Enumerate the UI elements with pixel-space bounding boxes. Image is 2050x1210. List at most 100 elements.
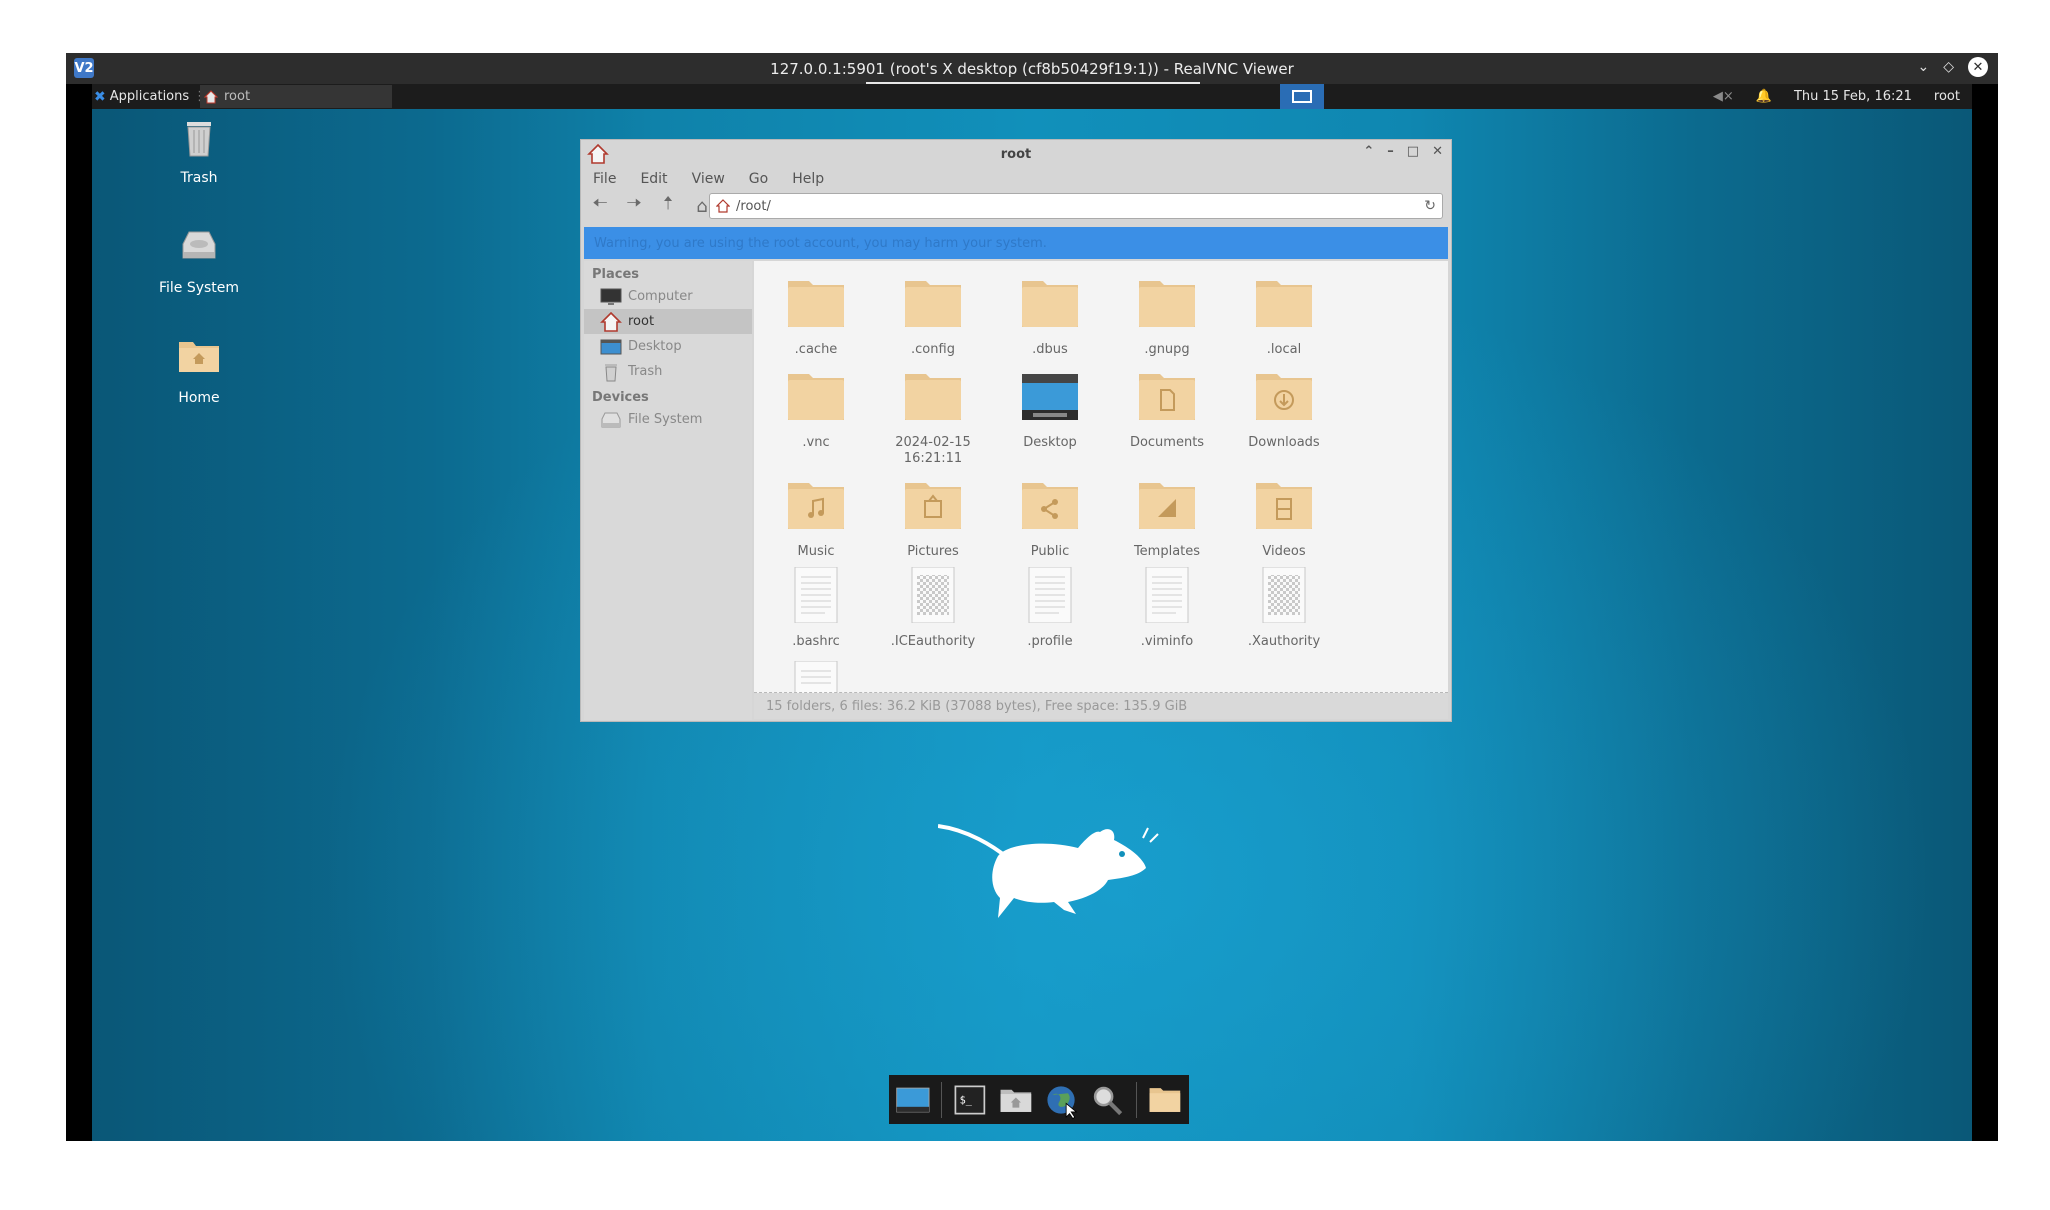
sidebar-item-computer[interactable]: Computer <box>584 284 752 309</box>
file-item-downloads[interactable]: Downloads <box>1229 368 1339 451</box>
menu-view[interactable]: View <box>692 171 725 187</box>
menu-edit[interactable]: Edit <box>640 171 667 187</box>
file-label: 2024-02-15 16:21:11 <box>895 435 971 466</box>
desktop-folder-icon <box>1022 374 1078 420</box>
file-item-partial[interactable] <box>761 660 871 693</box>
location-bar[interactable]: /root/ ↻ <box>709 193 1443 219</box>
terminal-icon[interactable]: $_ <box>952 1080 988 1120</box>
diamond-icon[interactable]: ◇ <box>1943 59 1954 75</box>
file-label: .cache <box>794 342 838 357</box>
menu-file[interactable]: File <box>593 171 616 187</box>
file-item-cache[interactable]: .cache <box>761 275 871 358</box>
text-file-icon <box>1028 566 1072 624</box>
file-label: Music <box>797 544 835 559</box>
menu-go[interactable]: Go <box>749 171 768 187</box>
fm-menubar: File Edit View Go Help <box>581 168 1451 190</box>
sidebar-section-places: Places <box>592 267 640 282</box>
file-item-vnc[interactable]: .vnc <box>761 368 871 451</box>
reload-icon[interactable]: ↻ <box>1424 198 1436 214</box>
sidebar-item-trash[interactable]: Trash <box>584 359 752 384</box>
file-label: Pictures <box>907 544 959 559</box>
volume-muted-icon[interactable]: ◀× <box>1713 89 1734 104</box>
file-item-xauthority[interactable]: .Xauthority <box>1229 566 1339 650</box>
fm-sidebar: Places Computer root Desktop Trash Devic… <box>584 261 752 720</box>
text-file-icon <box>794 660 838 693</box>
file-item-templates[interactable]: Templates <box>1112 477 1222 560</box>
file-item-documents[interactable]: Documents <box>1112 368 1222 451</box>
web-browser-icon[interactable] <box>1044 1080 1080 1120</box>
music-folder-icon <box>788 483 844 529</box>
desktop-icon-home[interactable]: Home <box>144 332 254 406</box>
taskbar-item-root[interactable]: root <box>200 85 392 108</box>
file-item-dbus[interactable]: .dbus <box>995 275 1105 358</box>
vnc-window-controls: ⌄ ◇ ✕ <box>1917 57 1988 77</box>
desktop-icon-trash[interactable]: Trash <box>144 112 254 186</box>
vnc-window-title: 127.0.0.1:5901 (root's X desktop (cf8b50… <box>770 59 1294 78</box>
file-item-profile[interactable]: .profile <box>995 566 1105 650</box>
folder-icon[interactable] <box>1147 1080 1183 1120</box>
home-folder-icon[interactable] <box>998 1080 1034 1120</box>
minimize-icon[interactable]: – <box>1387 144 1394 159</box>
file-item-dated-folder[interactable]: 2024-02-15 16:21:11 <box>878 368 988 467</box>
file-label: .Xauthority <box>1247 634 1321 649</box>
file-item-pictures[interactable]: Pictures <box>878 477 988 560</box>
file-label: Public <box>1030 544 1070 559</box>
search-icon[interactable] <box>1090 1080 1126 1120</box>
sidebar-item-label: Trash <box>628 364 663 379</box>
clock[interactable]: Thu 15 Feb, 16:21 <box>1794 89 1912 104</box>
up-arrow-icon[interactable]: 🠡 <box>659 191 677 221</box>
file-item-viminfo[interactable]: .viminfo <box>1112 566 1222 650</box>
sidebar-item-label: Computer <box>628 289 693 304</box>
file-item-gnupg[interactable]: .gnupg <box>1112 275 1222 358</box>
user-label[interactable]: root <box>1934 89 1960 104</box>
file-label: .config <box>911 342 955 357</box>
home-icon <box>600 311 622 332</box>
downloads-folder-icon <box>1256 374 1312 420</box>
desktop-icon-label: Trash <box>180 170 218 186</box>
applications-menu[interactable]: ✖ Applications ⋮ <box>92 84 206 109</box>
file-item-iceauthority[interactable]: .ICEauthority <box>878 566 988 650</box>
back-arrow-icon[interactable]: 🠠 <box>591 191 609 221</box>
trash-icon <box>605 363 617 381</box>
location-path: /root/ <box>736 198 771 214</box>
folder-icon <box>1022 281 1078 327</box>
system-tray: ◀× 🔔 Thu 15 Feb, 16:21 root <box>1713 84 1960 109</box>
bottom-dock: $_ <box>889 1075 1189 1124</box>
file-label: .ICEauthority <box>890 634 976 649</box>
vnc-titlebar[interactable]: V2 127.0.0.1:5901 (root's X desktop (cf8… <box>66 53 1998 84</box>
sidebar-item-desktop[interactable]: Desktop <box>584 334 752 359</box>
home-folder-icon <box>179 342 219 372</box>
file-item-bashrc[interactable]: .bashrc <box>761 566 871 650</box>
desktop-icon <box>600 339 622 354</box>
file-label: Templates <box>1133 544 1201 559</box>
file-label: Videos <box>1262 544 1306 559</box>
fm-window-title: root <box>1000 146 1032 162</box>
sidebar-item-file-system[interactable]: File System <box>584 407 752 432</box>
file-item-desktop[interactable]: Desktop <box>995 368 1105 451</box>
file-item-public[interactable]: Public <box>995 477 1105 560</box>
folder-icon <box>905 374 961 420</box>
show-desktop-icon[interactable] <box>895 1080 931 1120</box>
file-item-music[interactable]: Music <box>761 477 871 560</box>
forward-arrow-icon[interactable]: 🠢 <box>625 191 643 221</box>
file-item-videos[interactable]: Videos <box>1229 477 1339 560</box>
chevron-down-icon[interactable]: ⌄ <box>1917 59 1929 75</box>
sidebar-item-root[interactable]: root <box>584 309 752 334</box>
menu-help[interactable]: Help <box>792 171 824 187</box>
file-manager-window: root ⌃ – □ ✕ File Edit View Go Help 🠠 🠢 … <box>580 139 1452 722</box>
folder-icon <box>1256 281 1312 327</box>
file-item-local[interactable]: .local <box>1229 275 1339 358</box>
home-icon <box>204 89 218 103</box>
file-label: .vnc <box>802 435 830 450</box>
maximize-icon[interactable]: □ <box>1407 144 1419 159</box>
shade-icon[interactable]: ⌃ <box>1363 144 1374 159</box>
taskbar-item-label: root <box>224 89 251 104</box>
workspace-switcher[interactable] <box>1280 84 1324 109</box>
close-icon[interactable]: ✕ <box>1968 57 1988 77</box>
notification-bell-icon[interactable]: 🔔 <box>1756 89 1772 104</box>
fm-titlebar[interactable]: root ⌃ – □ ✕ <box>581 140 1451 168</box>
desktop-icon-file-system[interactable]: File System <box>144 222 254 296</box>
drive-icon <box>182 231 216 259</box>
file-item-config[interactable]: .config <box>878 275 988 358</box>
close-icon[interactable]: ✕ <box>1432 144 1443 159</box>
